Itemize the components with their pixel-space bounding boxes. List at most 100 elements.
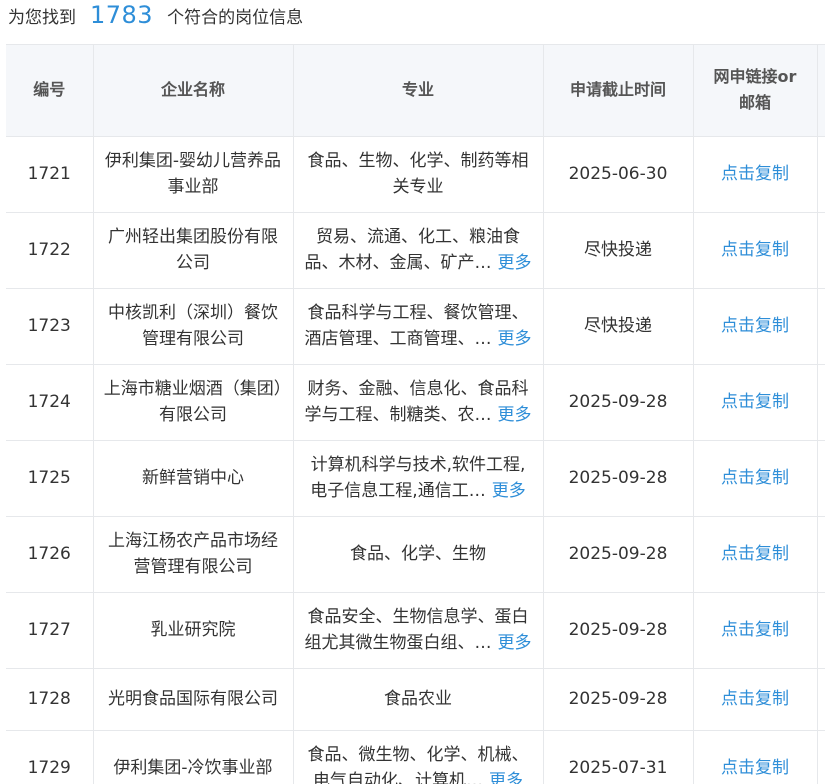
row-apply: 点击复制 bbox=[693, 288, 818, 365]
row-company: 上海市糖业烟酒（集团）有限公司 bbox=[93, 364, 294, 441]
row-id: 1724 bbox=[6, 364, 94, 441]
result-summary: 为您找到 1783 个符合的岗位信息 bbox=[8, 0, 303, 30]
row-company: 乳业研究院 bbox=[93, 592, 294, 669]
row-deadline: 2025-07-31 bbox=[543, 730, 694, 784]
row-apply: 点击复制 bbox=[693, 136, 818, 213]
row-major-line2: 学与工程、制糖类、农… 更多 bbox=[304, 402, 533, 428]
row-extra bbox=[817, 364, 825, 441]
header-apply-line2: 邮箱 bbox=[738, 93, 771, 113]
row-company: 伊利集团-冷饮事业部 bbox=[93, 730, 294, 784]
row-major: 食品、生物、化学、制药等相 关专业 bbox=[293, 136, 544, 213]
row-major: 食品、化学、生物 bbox=[293, 516, 544, 593]
row-company: 光明食品国际有限公司 bbox=[93, 668, 294, 731]
table-row: 1724 上海市糖业烟酒（集团）有限公司 财务、金融、信息化、食品科 学与工程、制糖类… bbox=[6, 364, 825, 441]
row-major-line2-text: 电子信息工程,通信工… bbox=[310, 481, 486, 501]
row-deadline: 2025-06-30 bbox=[543, 136, 694, 213]
row-company: 伊利集团-婴幼儿营养品事业部 bbox=[93, 136, 294, 213]
row-major-line2-text: 关专业 bbox=[392, 177, 444, 197]
row-apply: 点击复制 bbox=[693, 730, 818, 784]
table-row: 1728 光明食品国际有限公司 食品农业 2025-09-28 点击复制 bbox=[6, 668, 825, 731]
row-extra bbox=[817, 288, 825, 365]
job-table-container: 编号 企业名称 专业 申请截止时间 网申链接or 邮箱 1721 伊利集团-婴幼儿… bbox=[6, 44, 825, 784]
row-major-line2: 组尤其微生物蛋白组、… 更多 bbox=[304, 630, 533, 656]
row-major-line1: 食品、生物、化学、制药等相 bbox=[307, 151, 529, 171]
row-major-line2: 品、木材、金属、矿产… 更多 bbox=[304, 250, 533, 276]
row-major-line1: 食品科学与工程、餐饮管理、 bbox=[307, 303, 529, 323]
header-major: 专业 bbox=[293, 45, 544, 137]
table-row: 1722 广州轻出集团股份有限公司 贸易、流通、化工、粮油食 品、木材、金属、矿产… 更… bbox=[6, 212, 825, 289]
table-header-row: 编号 企业名称 专业 申请截止时间 网申链接or 邮箱 bbox=[6, 45, 825, 137]
row-extra bbox=[817, 730, 825, 784]
row-apply: 点击复制 bbox=[693, 592, 818, 669]
row-more-link[interactable]: 更多 bbox=[489, 771, 523, 784]
row-apply: 点击复制 bbox=[693, 212, 818, 289]
row-deadline: 2025-09-28 bbox=[543, 592, 694, 669]
copy-link-button[interactable]: 点击复制 bbox=[721, 758, 789, 778]
row-id: 1726 bbox=[6, 516, 94, 593]
row-major-line1: 计算机科学与技术,软件工程, bbox=[310, 455, 526, 475]
row-id: 1727 bbox=[6, 592, 94, 669]
header-apply-line1: 网申链接or bbox=[713, 67, 797, 87]
row-deadline: 2025-09-28 bbox=[543, 516, 694, 593]
row-deadline: 尽快投递 bbox=[543, 288, 694, 365]
row-deadline: 2025-09-28 bbox=[543, 668, 694, 731]
copy-link-button[interactable]: 点击复制 bbox=[721, 240, 789, 260]
row-major-line1: 食品安全、生物信息学、蛋白 bbox=[307, 607, 529, 627]
row-major: 食品安全、生物信息学、蛋白 组尤其微生物蛋白组、… 更多 bbox=[293, 592, 544, 669]
row-major-line2-text: 酒店管理、工商管理、… bbox=[304, 329, 492, 349]
table-row: 1721 伊利集团-婴幼儿营养品事业部 食品、生物、化学、制药等相 关专业 2025-0… bbox=[6, 136, 825, 213]
header-apply: 网申链接or 邮箱 bbox=[693, 45, 818, 137]
header-extra bbox=[817, 45, 825, 137]
row-more-link[interactable]: 更多 bbox=[498, 253, 532, 273]
row-major-line1: 食品、化学、生物 bbox=[350, 544, 486, 564]
row-more-link[interactable]: 更多 bbox=[498, 405, 532, 425]
copy-link-button[interactable]: 点击复制 bbox=[721, 544, 789, 564]
copy-link-button[interactable]: 点击复制 bbox=[721, 468, 789, 488]
row-deadline: 2025-09-28 bbox=[543, 364, 694, 441]
header-company: 企业名称 bbox=[93, 45, 294, 137]
row-id: 1728 bbox=[6, 668, 94, 731]
row-major-line1: 贸易、流通、化工、粮油食 bbox=[316, 227, 520, 247]
copy-link-button[interactable]: 点击复制 bbox=[721, 392, 789, 412]
table-row: 1729 伊利集团-冷饮事业部 食品、微生物、化学、机械、电气自动化、计算机… 更多 2… bbox=[6, 730, 825, 784]
summary-suffix: 个符合的岗位信息 bbox=[167, 7, 304, 28]
row-id: 1729 bbox=[6, 730, 94, 784]
row-major-line1: 食品、微生物、化学、机械、 bbox=[307, 745, 529, 765]
row-major-line2-text: 学与工程、制糖类、农… bbox=[304, 405, 492, 425]
row-more-link[interactable]: 更多 bbox=[498, 633, 532, 653]
row-major: 食品、微生物、化学、机械、电气自动化、计算机… 更多 bbox=[293, 730, 544, 784]
row-company: 上海江杨农产品市场经营管理有限公司 bbox=[93, 516, 294, 593]
copy-link-button[interactable]: 点击复制 bbox=[721, 316, 789, 336]
row-id: 1723 bbox=[6, 288, 94, 365]
table-row: 1723 中核凯利（深圳）餐饮管理有限公司 食品科学与工程、餐饮管理、 酒店管理、工商… bbox=[6, 288, 825, 365]
row-more-link[interactable]: 更多 bbox=[498, 329, 532, 349]
table-row: 1727 乳业研究院 食品安全、生物信息学、蛋白 组尤其微生物蛋白组、… 更多 2025-… bbox=[6, 592, 825, 669]
header-id: 编号 bbox=[6, 45, 94, 137]
copy-link-button[interactable]: 点击复制 bbox=[721, 620, 789, 640]
row-major-line2: 电气自动化、计算机… 更多 bbox=[304, 768, 533, 784]
summary-prefix: 为您找到 bbox=[8, 7, 76, 28]
row-apply: 点击复制 bbox=[693, 668, 818, 731]
row-major-line2: 电子信息工程,通信工… 更多 bbox=[304, 478, 533, 504]
row-apply: 点击复制 bbox=[693, 440, 818, 517]
row-major-line1: 财务、金融、信息化、食品科 bbox=[307, 379, 529, 399]
row-extra bbox=[817, 592, 825, 669]
header-deadline: 申请截止时间 bbox=[543, 45, 694, 137]
row-more-link[interactable]: 更多 bbox=[492, 481, 526, 501]
row-extra bbox=[817, 136, 825, 213]
result-count: 1783 bbox=[90, 1, 154, 29]
row-major-line2-text: 品、木材、金属、矿产… bbox=[304, 253, 492, 273]
copy-link-button[interactable]: 点击复制 bbox=[721, 164, 789, 184]
row-company: 广州轻出集团股份有限公司 bbox=[93, 212, 294, 289]
row-major-line2-text: 电气自动化、计算机… bbox=[313, 771, 483, 784]
table-row: 1726 上海江杨农产品市场经营管理有限公司 食品、化学、生物 2025-09-28 点… bbox=[6, 516, 825, 593]
row-company: 中核凯利（深圳）餐饮管理有限公司 bbox=[93, 288, 294, 365]
row-apply: 点击复制 bbox=[693, 516, 818, 593]
row-major: 食品科学与工程、餐饮管理、 酒店管理、工商管理、… 更多 bbox=[293, 288, 544, 365]
row-company: 新鲜营销中心 bbox=[93, 440, 294, 517]
row-major: 食品农业 bbox=[293, 668, 544, 731]
copy-link-button[interactable]: 点击复制 bbox=[721, 689, 789, 709]
row-extra bbox=[817, 440, 825, 517]
row-deadline: 尽快投递 bbox=[543, 212, 694, 289]
row-major-line2-text: 组尤其微生物蛋白组、… bbox=[304, 633, 492, 653]
